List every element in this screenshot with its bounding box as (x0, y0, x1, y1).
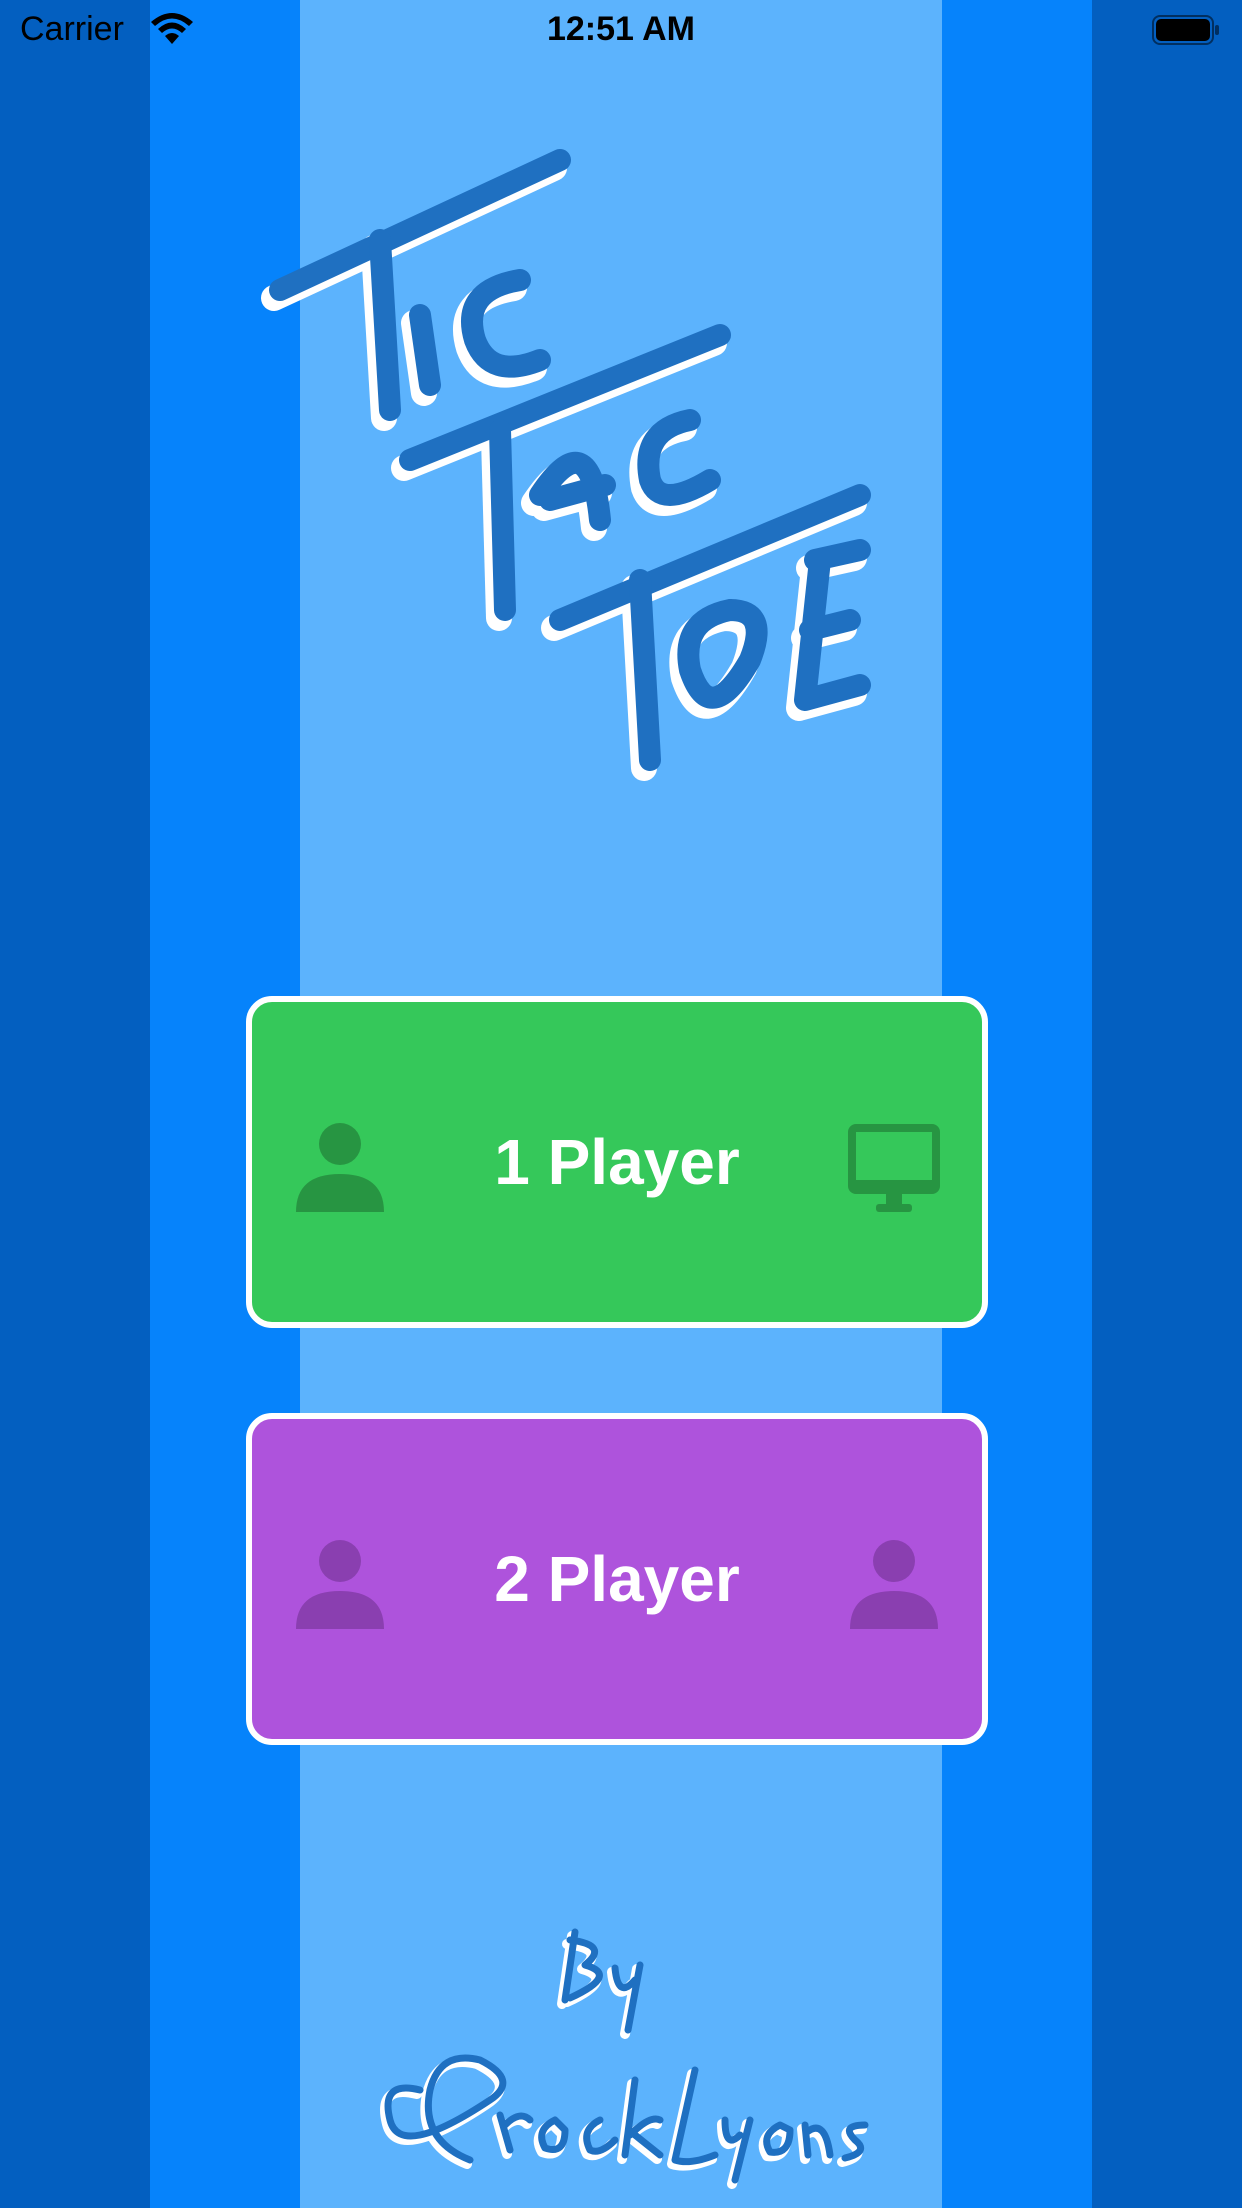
two-player-button[interactable]: 2 Player (246, 1413, 988, 1745)
tic-tac-toe-title-art (261, 149, 871, 781)
status-bar: Carrier 12:51 AM (0, 0, 1242, 60)
background-stripe-outer-right (1092, 0, 1242, 2208)
author-signature (380, 1928, 869, 2189)
background-stripe-outer-left (0, 0, 150, 2208)
person-icon (850, 1540, 938, 1629)
one-player-button[interactable]: 1 Player (246, 996, 988, 1328)
clock-time: 12:51 AM (546, 10, 696, 48)
battery-icon (1152, 15, 1219, 45)
desktop-computer-icon (848, 1124, 940, 1212)
